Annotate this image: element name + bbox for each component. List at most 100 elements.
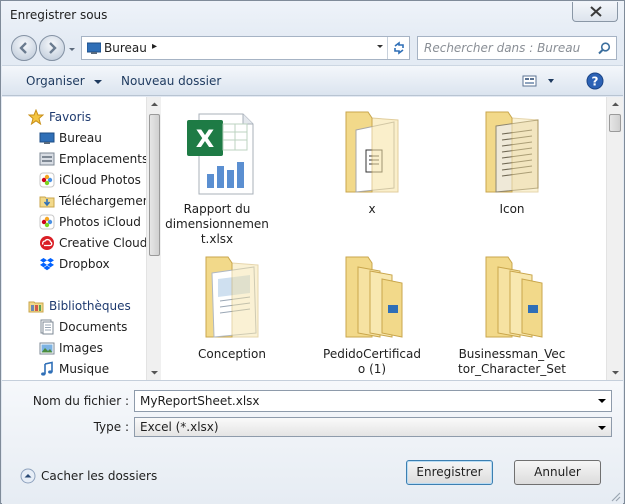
folder-icon <box>205 256 259 338</box>
window-title: Enregistrer sous <box>10 8 108 22</box>
file-item[interactable]: X Rapport du dimensionnemen t.xlsx <box>162 102 272 246</box>
help-button[interactable]: ? <box>586 72 604 93</box>
sidebar-item-label: Bureau <box>59 131 102 145</box>
sidebar-item-icloud-photos[interactable]: iCloud Photos <box>2 170 146 190</box>
folder-item[interactable]: x <box>317 102 427 242</box>
downloads-folder-icon <box>39 196 55 208</box>
folder-item[interactable]: Conception <box>177 247 287 380</box>
filename-input[interactable] <box>140 394 580 408</box>
sidebar-item-recent-places[interactable]: Emplacements r <box>2 149 146 169</box>
chevron-down-icon <box>598 426 606 430</box>
chevron-down-icon[interactable] <box>376 43 384 51</box>
history-dropdown-icon[interactable] <box>67 43 77 55</box>
documents-icon <box>40 319 54 335</box>
desktop-icon <box>39 132 55 144</box>
file-list-scrollbar[interactable] <box>606 97 623 380</box>
folder-icon <box>485 111 539 193</box>
filename-label: Nom du fichier : <box>32 394 129 408</box>
file-list[interactable]: X Rapport du dimensionnemen t.xlsx x Ico… <box>162 97 606 380</box>
resize-grip-icon[interactable] <box>609 490 621 502</box>
search-placeholder: Rechercher dans : Bureau <box>424 41 581 55</box>
command-toolbar: Organiser Nouveau dossier ? <box>2 65 623 96</box>
file-name: x <box>368 202 376 216</box>
save-form: Nom du fichier : Type : Excel (*.xlsx) C… <box>2 380 623 504</box>
refresh-button[interactable] <box>387 37 409 59</box>
sidebar-item-music[interactable]: Musique <box>2 359 146 379</box>
folder-item[interactable]: Icon <box>457 102 567 242</box>
back-button[interactable] <box>11 35 37 61</box>
nav-group-favorites[interactable]: Favoris <box>2 107 146 127</box>
icloud-photos-icon <box>39 172 55 188</box>
folder-icon <box>345 111 399 193</box>
organize-label: Organiser <box>26 74 85 88</box>
refresh-icon <box>394 41 404 55</box>
filename-field[interactable] <box>134 390 612 412</box>
folder-stack-icon <box>345 256 403 338</box>
view-options-button[interactable] <box>522 73 556 92</box>
browser-body: Favoris Bureau Emplacements r <box>2 97 623 380</box>
sidebar-item-images[interactable]: Images <box>2 338 146 358</box>
organize-menu-button[interactable]: Organiser <box>26 74 103 88</box>
sidebar-item-label: Téléchargement <box>59 194 146 208</box>
desktop-icon <box>87 42 101 54</box>
view-icon <box>522 75 554 87</box>
scroll-down-icon[interactable] <box>611 368 620 377</box>
star-icon <box>28 109 44 125</box>
forward-arrow-icon <box>49 42 57 54</box>
forward-button[interactable] <box>39 35 65 61</box>
sidebar-item-label: Emplacements r <box>59 152 146 166</box>
collapse-up-icon <box>20 468 36 484</box>
sidebar-item-label: Photos iCloud <box>59 215 141 229</box>
sidebar-item-photos-icloud[interactable]: Photos iCloud <box>2 212 146 232</box>
file-name: Rapport du dimensionnemen t.xlsx <box>165 202 269 246</box>
sidebar-item-label: iCloud Photos <box>59 173 141 187</box>
scroll-down-icon[interactable] <box>150 368 159 377</box>
music-icon <box>41 361 53 376</box>
nav-group-label: Favoris <box>49 110 92 124</box>
close-button[interactable] <box>572 2 618 22</box>
file-name: Businessman_Vec tor_Character_Set <box>458 347 566 376</box>
navigation-scrollbar[interactable] <box>146 97 161 380</box>
filetype-label: Type : <box>93 420 129 434</box>
svg-text:?: ? <box>592 75 599 89</box>
chevron-down-icon[interactable] <box>598 398 606 404</box>
cancel-button[interactable]: Annuler <box>514 460 601 485</box>
scroll-up-icon[interactable] <box>611 100 620 109</box>
address-bar[interactable]: Bureau ▸ <box>81 36 410 60</box>
sidebar-item-label: Documents <box>59 320 128 334</box>
scroll-up-icon[interactable] <box>150 100 159 109</box>
nav-group-libraries[interactable]: Bibliothèques <box>2 296 146 316</box>
sidebar-item-creative-cloud[interactable]: Creative Cloud F <box>2 233 146 253</box>
navigation-pane[interactable]: Favoris Bureau Emplacements r <box>2 97 146 380</box>
chevron-down-icon <box>94 79 103 84</box>
back-arrow-icon <box>19 42 27 54</box>
sidebar-item-label: Musique <box>59 362 110 376</box>
file-name: Icon <box>499 202 525 216</box>
sidebar-item-label: Creative Cloud F <box>59 236 146 250</box>
breadcrumb-separator[interactable]: ▸ <box>152 41 157 52</box>
search-input[interactable]: Rechercher dans : Bureau <box>417 36 617 60</box>
folder-item[interactable]: PedidoCertificad o (1) <box>317 247 427 380</box>
recent-places-icon <box>39 152 55 166</box>
search-icon[interactable] <box>598 42 611 55</box>
title-bar[interactable]: Enregistrer sous <box>1 1 624 31</box>
file-name: Conception <box>198 347 266 361</box>
sidebar-item-dropbox[interactable]: Dropbox <box>2 254 146 274</box>
scrollbar-thumb[interactable] <box>149 114 160 256</box>
sidebar-item-downloads[interactable]: Téléchargement <box>2 191 146 211</box>
folder-item[interactable]: Businessman_Vec tor_Character_Set <box>457 247 567 380</box>
scrollbar-thumb[interactable] <box>609 114 621 132</box>
filetype-select[interactable]: Excel (*.xlsx) <box>134 417 612 437</box>
icloud-photos-icon <box>39 214 55 230</box>
new-folder-button[interactable]: Nouveau dossier <box>121 74 221 88</box>
sidebar-item-documents[interactable]: Documents <box>2 317 146 337</box>
hide-folders-label: Cacher les dossiers <box>41 469 158 483</box>
help-icon: ? <box>586 72 604 90</box>
save-button[interactable]: Enregistrer <box>406 460 493 485</box>
hide-folders-toggle[interactable]: Cacher les dossiers <box>20 468 157 487</box>
sidebar-item-bureau[interactable]: Bureau <box>2 128 146 148</box>
libraries-icon <box>28 301 44 313</box>
address-location[interactable]: Bureau <box>104 41 147 55</box>
folder-stack-icon <box>485 256 543 338</box>
sidebar-item-label: Images <box>59 341 103 355</box>
